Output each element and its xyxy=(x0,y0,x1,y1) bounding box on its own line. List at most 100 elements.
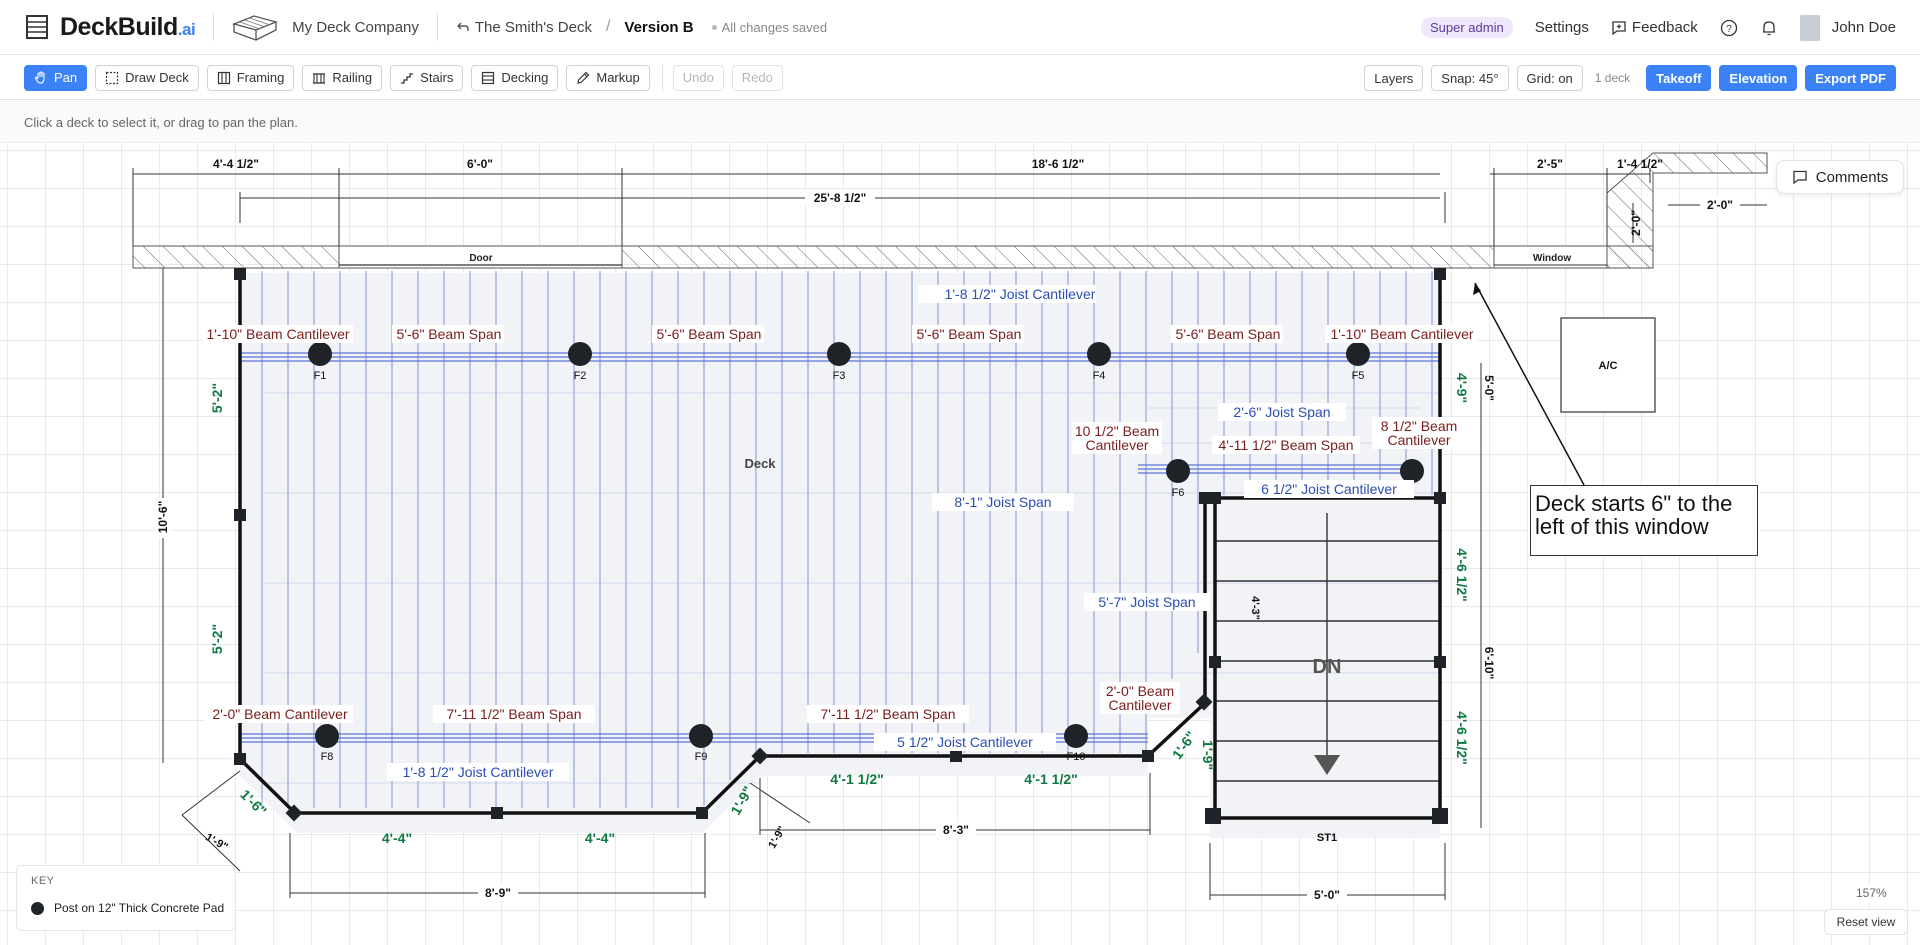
decking-tool-button[interactable]: Decking xyxy=(471,64,559,91)
beam-label-bottom-3: 7'-11 1/2" Beam Span xyxy=(820,706,955,722)
takeoff-button[interactable]: Takeoff xyxy=(1646,65,1712,91)
help-button[interactable]: ? xyxy=(1720,19,1738,37)
dim-bottom-green-3: 4'-1 1/2" xyxy=(830,771,884,787)
undo-button[interactable]: Undo xyxy=(672,64,724,91)
dim-right-lower-black: 6'-10" xyxy=(1482,647,1496,680)
beam-label-top-1: 1'-10" Beam Cantilever xyxy=(206,326,349,342)
dim-left-lower: 5'-2" xyxy=(209,624,225,654)
logo[interactable]: DeckBuild.ai xyxy=(24,12,196,42)
beam-label-20-cantilever: Cantilever xyxy=(1108,697,1171,713)
joist-label-cantilever-top: 1'-8 1/2" Joist Cantilever xyxy=(945,286,1096,302)
footing-label-f4: F4 xyxy=(1093,370,1106,382)
dim-vertical-2ft: 2'-0" xyxy=(1629,210,1643,236)
dim-bottom-green-4: 4'-1 1/2" xyxy=(1024,771,1078,787)
project-name: The Smith's Deck xyxy=(474,18,592,36)
dim-bottom-green-1: 4'-4" xyxy=(382,830,412,846)
dim-left-total: 10'-6" xyxy=(156,501,170,534)
dim-bottom-1: 8'-9" xyxy=(485,886,511,900)
deck-count: 1 deck xyxy=(1594,71,1631,85)
beam-label-top-6: 1'-10" Beam Cantilever xyxy=(1330,326,1473,342)
joist-label-5-7: 5'-7" Joist Span xyxy=(1098,594,1195,610)
framing-icon xyxy=(217,71,230,84)
joist-label-612: 6 1/2" Joist Cantilever xyxy=(1261,481,1397,497)
save-status: All changes saved xyxy=(711,20,827,35)
dim-right-2ft: 2'-0" xyxy=(1707,198,1733,212)
dim-right-middle-green: 4'-6 1/2" xyxy=(1454,548,1470,602)
bell-icon xyxy=(1762,20,1775,35)
markup-tool-button[interactable]: Markup xyxy=(566,64,650,91)
dim-overall: 25'-8 1/2" xyxy=(814,191,867,205)
feedback-link[interactable]: Feedback xyxy=(1611,19,1698,36)
company-link[interactable]: My Deck Company xyxy=(292,19,419,36)
beam-label-bottom-2: 7'-11 1/2" Beam Span xyxy=(446,706,581,722)
snap-button[interactable]: Snap: 45° xyxy=(1431,65,1509,91)
dim-bottom-green-2: 4'-4" xyxy=(585,830,615,846)
door-label: Door xyxy=(469,253,492,264)
joist-label-2-6: 2'-6" Joist Span xyxy=(1233,404,1330,420)
joist-label-8-1: 8'-1" Joist Span xyxy=(954,494,1051,510)
back-arrow-icon xyxy=(456,22,469,31)
draw-deck-tool-button[interactable]: Draw Deck xyxy=(95,64,199,91)
settings-link[interactable]: Settings xyxy=(1535,19,1589,36)
toolbar: Pan Draw Deck Framing Railing Stairs Dec… xyxy=(0,56,1920,100)
dim-bottom-2: 8'-3" xyxy=(943,823,969,837)
version-name[interactable]: Version B xyxy=(624,19,693,36)
company-logo-icon xyxy=(232,15,279,41)
app-header: DeckBuild.ai My Deck Company The Smith's… xyxy=(0,0,1920,55)
dim-top-5: 1'-4 1/2" xyxy=(1617,157,1663,171)
plan-canvas[interactable]: Door Window A/C 4'-4 1/2" 6'-0" 18'-6 1/… xyxy=(0,143,1920,945)
beam-label-top-3: 5'-6" Beam Span xyxy=(657,326,762,342)
framing-tool-button[interactable]: Framing xyxy=(206,64,295,91)
dim-top-1: 4'-4 1/2" xyxy=(213,157,259,171)
dim-left-upper: 5'-2" xyxy=(209,383,225,413)
railing-icon xyxy=(313,72,326,84)
beam-label-bottom-1: 2'-0" Beam Cantilever xyxy=(212,706,348,722)
user-name[interactable]: John Doe xyxy=(1832,19,1896,36)
dim-right-upper-black: 5'-0" xyxy=(1482,375,1496,401)
svg-text:?: ? xyxy=(1726,24,1732,35)
window-label: Window xyxy=(1533,253,1571,264)
legend-title: KEY xyxy=(31,875,55,887)
notifications-button[interactable] xyxy=(1760,19,1778,37)
railing-tool-button[interactable]: Railing xyxy=(302,64,383,91)
stairs-icon xyxy=(401,72,414,84)
layers-button[interactable]: Layers xyxy=(1364,65,1424,91)
dim-top-3: 18'-6 1/2" xyxy=(1032,157,1085,171)
footing-label-f6: F6 xyxy=(1172,487,1185,499)
footing-label-f3: F3 xyxy=(833,370,846,382)
ac-label: A/C xyxy=(1599,360,1618,372)
decking-icon xyxy=(482,71,495,84)
brand-name: DeckBuild.ai xyxy=(60,12,196,41)
joist-label-512: 5 1/2" Joist Cantilever xyxy=(897,734,1033,750)
grid-toggle-button[interactable]: Grid: on xyxy=(1516,65,1583,91)
reset-view-button[interactable]: Reset view xyxy=(1824,909,1908,935)
dim-bottom-3: 5'-0" xyxy=(1314,888,1340,902)
project-link[interactable]: The Smith's Deck xyxy=(456,19,592,36)
export-pdf-button[interactable]: Export PDF xyxy=(1805,65,1896,91)
stairs-tool-button[interactable]: Stairs xyxy=(390,64,464,91)
avatar[interactable] xyxy=(1799,14,1820,41)
footing-label-f1: F1 xyxy=(314,370,327,382)
legend-item: Post on 12" Thick Concrete Pad xyxy=(31,901,224,915)
role-badge: Super admin xyxy=(1420,17,1513,38)
beam-label-1012-cantilever: Cantilever xyxy=(1085,437,1148,453)
comments-button[interactable]: Comments xyxy=(1776,160,1904,194)
hand-icon xyxy=(34,70,45,84)
elevation-button[interactable]: Elevation xyxy=(1719,65,1798,91)
help-icon: ? xyxy=(1720,19,1737,36)
dim-diag-green-4: 1'-9" xyxy=(1200,740,1216,770)
footing-label-f5: F5 xyxy=(1352,370,1365,382)
beam-label-top-2: 5'-6" Beam Span xyxy=(397,326,502,342)
status-hint: Click a deck to select it, or drag to pa… xyxy=(0,101,1920,143)
comment-icon xyxy=(1793,170,1807,185)
footing-dot-icon xyxy=(31,901,44,915)
beam-label-top-5: 5'-6" Beam Span xyxy=(1176,326,1281,342)
legend-key: KEY Post on 12" Thick Concrete Pad xyxy=(16,865,236,931)
redo-button[interactable]: Redo xyxy=(731,64,783,91)
dashed-rect-icon xyxy=(106,71,119,84)
markup-note[interactable]: Deck starts 6" to the left of this windo… xyxy=(1530,485,1758,556)
footing-label-f8: F8 xyxy=(321,751,334,763)
beam-label-top-4: 5'-6" Beam Span xyxy=(917,326,1022,342)
footing-label-f10: F10 xyxy=(1067,751,1086,763)
pan-tool-button[interactable]: Pan xyxy=(24,64,88,91)
